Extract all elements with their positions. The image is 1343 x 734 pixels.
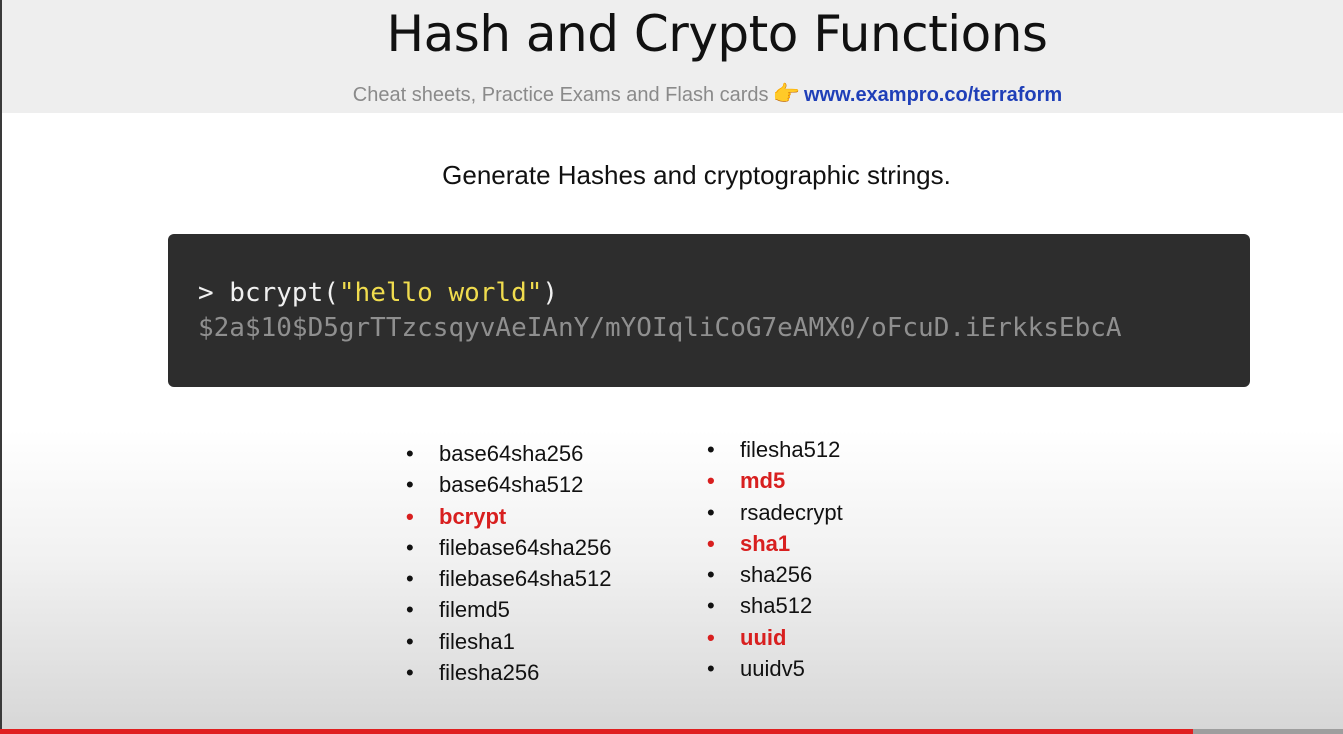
code-prompt-prefix: > bcrypt(: [198, 278, 339, 308]
code-prompt-suffix: ): [542, 278, 559, 308]
function-list-right: filesha512md5rsadecryptsha1sha256sha512u…: [707, 434, 843, 685]
function-list-item: filesha512: [707, 434, 843, 466]
promo-text: Cheat sheets, Practice Exams and Flash c…: [352, 84, 769, 106]
slide-title: Hash and Crypto Functions: [386, 5, 1048, 63]
function-list-item: rsadecrypt: [707, 497, 843, 529]
function-list-item: sha256: [707, 559, 843, 591]
function-list-item: base64sha256: [406, 438, 611, 470]
promo-line: Cheat sheets, Practice Exams and Flash c…: [2, 81, 1343, 108]
video-progress-bar[interactable]: [0, 729, 1343, 734]
video-progress-fill: [0, 729, 1193, 734]
function-list-item: uuid: [707, 622, 843, 654]
function-list-item: bcrypt: [406, 501, 611, 533]
pointing-hand-icon: 👉: [772, 81, 800, 106]
function-list-item: sha512: [707, 590, 843, 622]
slide-subtitle: Generate Hashes and cryptographic string…: [442, 160, 951, 190]
function-list-item: sha1: [707, 528, 843, 560]
function-list-item: filebase64sha512: [406, 563, 611, 595]
function-list-item: md5: [707, 465, 843, 497]
code-block: > bcrypt("hello world") $2a$10$D5grTTzcs…: [168, 234, 1250, 387]
function-list-item: filemd5: [406, 594, 611, 626]
promo-link[interactable]: www.exampro.co/terraform: [804, 84, 1062, 106]
function-list-item: uuidv5: [707, 653, 843, 685]
code-string-argument: "hello world": [338, 278, 543, 308]
function-list-item: filesha1: [406, 626, 611, 658]
function-list-left: base64sha256base64sha512bcryptfilebase64…: [406, 438, 611, 689]
code-output-line: $2a$10$D5grTTzcsqyvAeIAnY/mYOIqliCoG7eAM…: [198, 313, 1122, 343]
slide-header: Hash and Crypto Functions Cheat sheets, …: [2, 0, 1343, 113]
code-command-line: > bcrypt("hello world"): [198, 276, 558, 310]
function-list-item: filesha256: [406, 657, 611, 689]
function-list-item: filebase64sha256: [406, 532, 611, 564]
function-list-item: base64sha512: [406, 469, 611, 501]
